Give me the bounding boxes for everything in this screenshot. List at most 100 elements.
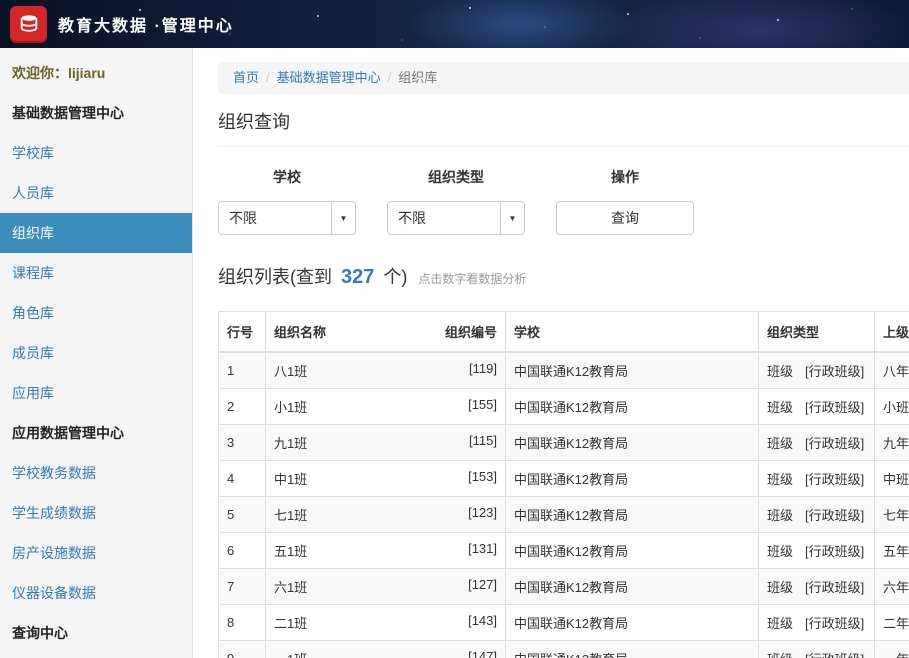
sidebar-item-课程库[interactable]: 课程库 — [0, 253, 192, 293]
cell-parent: 中班 — [875, 461, 909, 497]
cell-org-type: 班级[行政班级] — [759, 352, 875, 389]
org-code: [119] — [469, 361, 497, 376]
sidebar-item-应用库[interactable]: 应用库 — [0, 373, 192, 413]
sidebar-item-人员库[interactable]: 人员库 — [0, 173, 192, 213]
cell-org-type: 班级[行政班级] — [759, 569, 875, 605]
sidebar-item-仪器设备数据[interactable]: 仪器设备数据 — [0, 573, 192, 613]
org-type-filter-label: 组织类型 — [387, 167, 525, 187]
cell-school: 中国联通K12教育局 — [506, 533, 759, 569]
org-type-select[interactable]: 不限 ▼ — [387, 201, 525, 235]
page-title: 组织查询 — [218, 108, 909, 134]
cell-school: 中国联通K12教育局 — [506, 425, 759, 461]
table-row: 7六1班[127]中国联通K12教育局班级[行政班级]六年 — [219, 569, 909, 605]
school-select-value: 不限 — [219, 208, 331, 228]
table-row: 2小1班[155]中国联通K12教育局班级[行政班级]小班 — [219, 389, 909, 425]
chevron-down-icon: ▼ — [331, 202, 355, 234]
query-button[interactable]: 查询 — [556, 201, 694, 235]
school-filter-group: 学校 不限 ▼ — [218, 167, 356, 235]
sidebar: 欢迎你：lijiaru 基础数据管理中心学校库人员库组织库课程库角色库成员库应用… — [0, 48, 193, 658]
chevron-down-icon: ▼ — [500, 202, 524, 234]
table-row: 4中1班[153]中国联通K12教育局班级[行政班级]中班 — [219, 461, 909, 497]
cell-name-code: 六1班 [127] — [266, 569, 506, 605]
sidebar-item-学生成绩数据[interactable]: 学生成绩数据 — [0, 493, 192, 533]
cell-org-type: 班级 [行政班级] — [759, 389, 875, 425]
cell-name-code: 一1班[147] — [266, 641, 506, 658]
sidebar-item-组织库[interactable]: 组织库 — [0, 213, 192, 253]
list-hint: 点击数字看数据分析 — [418, 272, 526, 286]
org-type-select-value: 不限 — [388, 208, 500, 228]
cell-row-number: 2 — [219, 389, 266, 425]
database-icon — [18, 13, 40, 35]
org-type: 班级 — [767, 400, 793, 415]
table-row: 6五1班[131]中国联通K12教育局班级[行政班级]五年 — [219, 533, 909, 569]
org-name: 七1班 — [274, 508, 307, 523]
breadcrumb-link[interactable]: 首页 — [233, 70, 259, 85]
list-title-prefix: 组织列表(查到 — [218, 267, 332, 287]
list-title-suffix: 个) — [383, 267, 407, 287]
breadcrumb-current: 组织库 — [398, 70, 437, 85]
cell-name-code: 七1班 [123] — [266, 497, 506, 533]
org-name: 八1班 — [274, 364, 307, 379]
org-code: [153] — [468, 469, 497, 484]
cell-org-type: 班级[行政班级] — [759, 461, 875, 497]
table-row: 9一1班[147]中国联通K12教育局班级[行政班级]一年 — [219, 641, 909, 658]
cell-row-number: 6 — [219, 533, 266, 569]
org-name: 九1班 — [274, 436, 307, 451]
org-type-tag: [行政班级] — [805, 400, 864, 415]
org-name: 六1班 — [274, 580, 307, 595]
org-type-tag: [行政班级] — [805, 616, 864, 631]
cell-parent: 六年 — [875, 569, 909, 605]
sidebar-item-学校教务数据[interactable]: 学校教务数据 — [0, 453, 192, 493]
header-org-name: 组织名称 — [274, 325, 326, 340]
welcome-text: 欢迎你：lijiaru — [0, 48, 192, 93]
header-parent: 上级 — [875, 312, 909, 353]
org-type-tag: [行政班级] — [805, 508, 864, 523]
sidebar-section-header: 应用数据管理中心 — [0, 413, 192, 453]
header-org-code: 组织编号 — [445, 322, 497, 341]
org-type: 班级 — [767, 580, 793, 595]
org-code: [115] — [469, 433, 497, 448]
org-code: [131] — [468, 541, 497, 556]
cell-row-number: 5 — [219, 497, 266, 533]
sidebar-item-房产设施数据[interactable]: 房产设施数据 — [0, 533, 192, 573]
breadcrumb-separator: / — [266, 70, 270, 85]
sidebar-item-角色库[interactable]: 角色库 — [0, 293, 192, 333]
cell-org-type: 班级[行政班级] — [759, 425, 875, 461]
filter-form: 学校 不限 ▼ 组织类型 不限 ▼ 操作 查询 — [218, 167, 909, 235]
breadcrumb: 首页 / 基础数据管理中心 / 组织库 — [218, 62, 909, 94]
divider — [218, 146, 909, 147]
org-code: [147] — [468, 649, 497, 658]
org-type-tag: [行政班级] — [805, 436, 864, 451]
cell-row-number: 3 — [219, 425, 266, 461]
sidebar-item-学校库[interactable]: 学校库 — [0, 133, 192, 173]
cell-row-number: 8 — [219, 605, 266, 641]
org-code: [127] — [468, 577, 497, 592]
result-count[interactable]: 327 — [341, 266, 374, 288]
cell-org-type: 班级[行政班级] — [759, 641, 875, 658]
sidebar-item-成员库[interactable]: 成员库 — [0, 333, 192, 373]
cell-parent: 五年 — [875, 533, 909, 569]
org-type: 班级 — [767, 544, 793, 559]
header-org-type: 组织类型 — [759, 312, 875, 353]
list-title: 组织列表(查到 327 个) 点击数字看数据分析 — [218, 263, 909, 289]
org-table-body: 1八1班[119]中国联通K12教育局班级[行政班级]八年2小1班[155]中国… — [219, 352, 909, 658]
app-title: 教育大数据 ·管理中心 — [58, 12, 234, 36]
cell-name-code: 五1班[131] — [266, 533, 506, 569]
org-type: 班级 — [767, 364, 793, 379]
table-row: 5七1班[123]中国联通K12教育局班级[行政班级]七年 — [219, 497, 909, 533]
sidebar-section-header: 基础数据管理中心 — [0, 93, 192, 133]
org-code: [143] — [468, 613, 497, 628]
cell-row-number: 9 — [219, 641, 266, 658]
cell-parent: 一年 — [875, 641, 909, 658]
app-logo — [10, 6, 47, 43]
org-code: [123] — [468, 505, 497, 520]
org-type-tag: [行政班级] — [805, 652, 864, 658]
cell-parent: 二年 — [875, 605, 909, 641]
action-group: 操作 查询 — [556, 167, 694, 235]
table-row: 8二1班[143]中国联通K12教育局班级[行政班级]二年 — [219, 605, 909, 641]
school-select[interactable]: 不限 ▼ — [218, 201, 356, 235]
layout: 欢迎你：lijiaru 基础数据管理中心学校库人员库组织库课程库角色库成员库应用… — [0, 48, 909, 658]
cell-org-type: 班级[行政班级] — [759, 605, 875, 641]
breadcrumb-link[interactable]: 基础数据管理中心 — [277, 70, 381, 85]
breadcrumb-separator: / — [388, 70, 392, 85]
